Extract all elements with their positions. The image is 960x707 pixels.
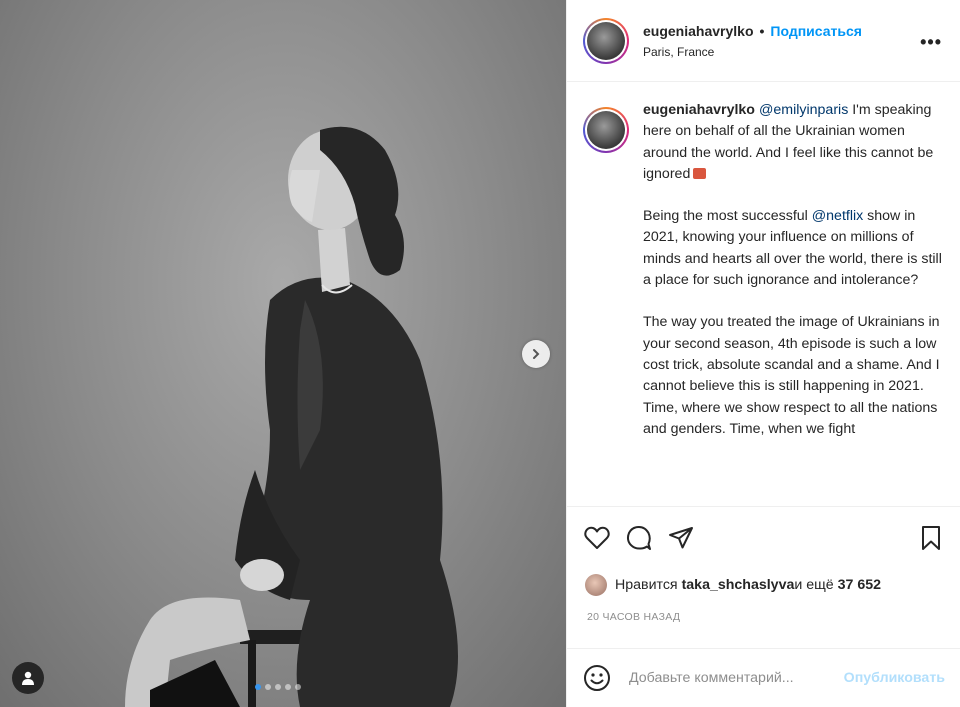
post-header: eugeniahavrylko • Подписаться Paris, Fra… (567, 0, 960, 82)
emoji-icon[interactable] (583, 664, 611, 692)
caption-paragraph-3: The way you treated the image of Ukraini… (643, 314, 940, 437)
comment-bar: Опубликовать (567, 648, 960, 707)
comment-button[interactable] (625, 524, 653, 552)
next-photo-button[interactable] (522, 340, 550, 368)
avatar-image (587, 21, 625, 60)
avatar-image (587, 111, 625, 149)
carousel-dot (255, 684, 261, 690)
save-button[interactable] (917, 524, 945, 552)
likes-suffix: и ещё (794, 577, 834, 593)
mention-link[interactable]: @netflix (812, 208, 863, 224)
likes-prefix: Нравится (615, 577, 678, 593)
author-avatar[interactable] (583, 17, 629, 64)
carousel-indicator (255, 684, 301, 690)
post-timestamp[interactable]: 20 ЧАСОВ НАЗАД (587, 611, 680, 623)
likes-count[interactable]: 37 652 (838, 577, 881, 593)
comment-icon (626, 525, 651, 550)
carousel-dot (285, 684, 291, 690)
caption-author-avatar[interactable] (583, 107, 629, 153)
comment-input[interactable] (629, 670, 844, 686)
likes-summary[interactable]: Нравится taka_shchaslyva и ещё 37 652 (585, 574, 881, 596)
bookmark-icon (922, 525, 940, 550)
liker-username[interactable]: taka_shchaslyva (682, 577, 795, 593)
post-caption: eugeniahavrylko @emilyinparis I'm speakin… (567, 82, 960, 506)
caption-text-span: Being the most successful (643, 208, 812, 225)
like-button[interactable] (583, 524, 611, 552)
heart-icon (584, 526, 610, 549)
caption-username[interactable]: eugeniahavrylko (643, 102, 755, 118)
caption-paragraph-2: Being the most successful @netflix show … (643, 206, 943, 291)
carousel-dot (265, 684, 271, 690)
liker-avatar (585, 574, 607, 596)
photo-scene (125, 126, 458, 707)
action-bar (567, 506, 960, 568)
author-username[interactable]: eugeniahavrylko (643, 23, 754, 39)
publish-button[interactable]: Опубликовать (844, 670, 945, 686)
chevron-right-icon (533, 349, 540, 359)
share-button[interactable] (667, 524, 695, 552)
post-location[interactable]: Paris, France (643, 45, 862, 59)
post-photo[interactable] (0, 0, 566, 707)
caption-paragraph-1: eugeniahavrylko @emilyinparis I'm speakin… (643, 100, 943, 185)
separator-dot: • (759, 22, 765, 39)
share-icon (669, 526, 693, 548)
mention-link[interactable]: @emilyinparis (759, 102, 848, 118)
more-options-icon[interactable]: ••• (920, 32, 942, 53)
emoji-icon (693, 167, 707, 179)
caption-text: eugeniahavrylko @emilyinparis I'm speakin… (643, 100, 943, 506)
tagged-users-button[interactable] (12, 662, 44, 694)
post-sidebar: eugeniahavrylko • Подписаться Paris, Fra… (566, 0, 960, 707)
user-tag-icon (22, 671, 34, 685)
carousel-dot (295, 684, 301, 690)
follow-button[interactable]: Подписаться (770, 23, 862, 39)
carousel-dot (275, 684, 281, 690)
